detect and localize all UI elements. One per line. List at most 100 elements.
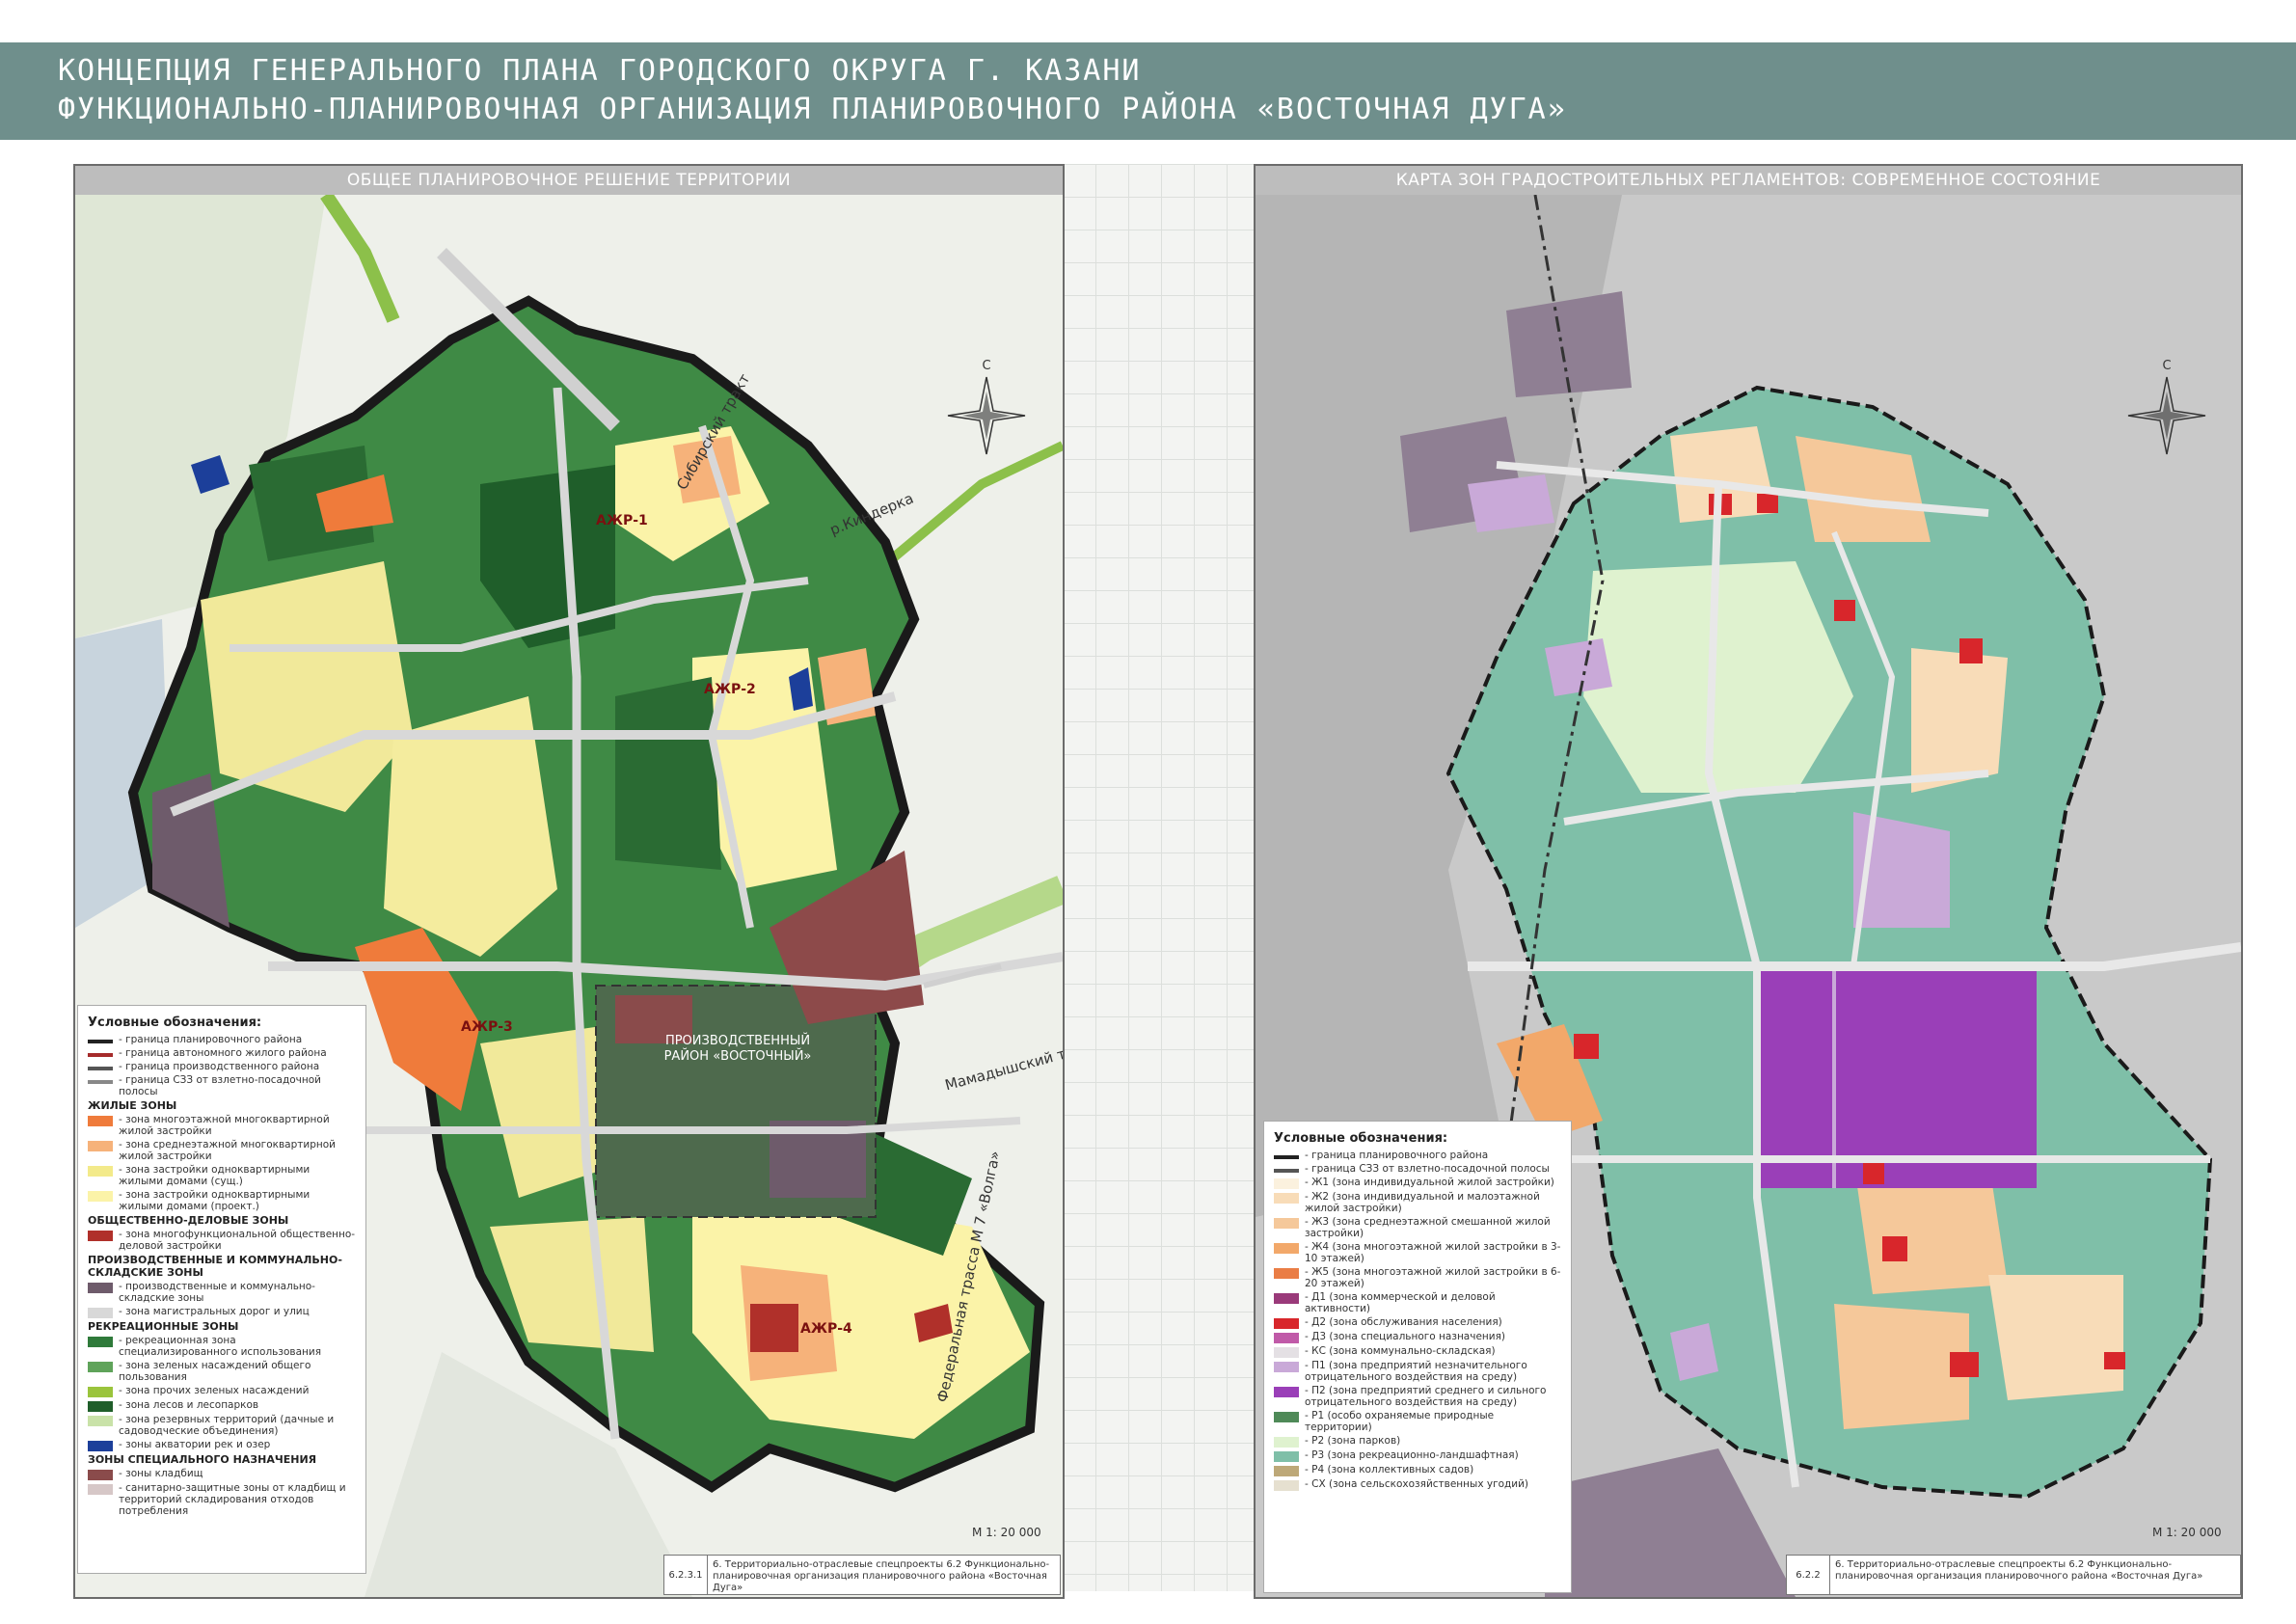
legend-color-swatch — [88, 1416, 113, 1426]
right-compass-north: С — [2162, 359, 2172, 373]
legend-row: - зона многоэтажной многоквартирной жило… — [88, 1114, 356, 1137]
legend-row-label: - зона застройки одноквартирными жилыми … — [119, 1164, 311, 1187]
legend-row: - Ж5 (зона многоэтажной жилой застройки … — [1274, 1266, 1561, 1289]
left-compass: С — [943, 359, 1030, 465]
legend-row: - зоны акватории рек и озер — [88, 1439, 356, 1451]
legend-row-label: - Д3 (зона специального назначения) — [1305, 1331, 1506, 1342]
legend-row-label: - граница планировочного района — [119, 1034, 303, 1045]
legend-row-label: - П1 (зона предприятий незначительного о… — [1305, 1360, 1527, 1383]
legend-row: - зона резервных территорий (дачные и са… — [88, 1414, 356, 1437]
legend-color-swatch — [1274, 1193, 1299, 1204]
legend-row: - Д3 (зона специального назначения) — [1274, 1331, 1561, 1343]
legend-color-swatch — [88, 1283, 113, 1293]
center-grid-divider — [1063, 164, 1256, 1591]
left-panel-title: ОБЩЕЕ ПЛАНИРОВОЧНОЕ РЕШЕНИЕ ТЕРРИТОРИИ — [75, 166, 1063, 196]
header-title: КОНЦЕПЦИЯ ГЕНЕРАЛЬНОГО ПЛАНА ГОРОДСКОГО … — [58, 54, 1142, 88]
legend-heading: ОБЩЕСТВЕННО-ДЕЛОВЫЕ ЗОНЫ — [88, 1214, 289, 1227]
legend-row-label: - зона застройки одноквартирными жилыми … — [119, 1189, 311, 1212]
legend-row: - СХ (зона сельскохозяйственных угодий) — [1274, 1478, 1561, 1491]
legend-row-label: - Ж5 (зона многоэтажной жилой застройки … — [1305, 1266, 1561, 1289]
legend-line-swatch — [88, 1053, 113, 1057]
legend-row: - Ж4 (зона многоэтажной жилой застройки … — [1274, 1241, 1561, 1264]
right-compass: С — [2123, 359, 2210, 465]
legend-color-swatch — [88, 1231, 113, 1241]
legend-row: - граница автономного жилого района — [88, 1047, 356, 1059]
legend-row: - Р1 (особо охраняемые природные террито… — [1274, 1410, 1561, 1433]
legend-color-swatch — [88, 1166, 113, 1177]
legend-row: - зона застройки одноквартирными жилыми … — [88, 1164, 356, 1187]
legend-row-label: - Р2 (зона парков) — [1305, 1435, 1401, 1447]
legend-row-label: - Ж3 (зона среднеэтажной смешанной жилой… — [1305, 1216, 1551, 1239]
legend-color-swatch — [1274, 1362, 1299, 1372]
right-legend: Условные обозначения: - граница планиров… — [1263, 1121, 1572, 1593]
legend-row-label: - Р1 (особо охраняемые природные террито… — [1305, 1410, 1495, 1433]
legend-row-label: - зона среднеэтажной многоквартирной жил… — [119, 1139, 336, 1162]
legend-row-label: - граница планировочного района — [1305, 1150, 1489, 1161]
legend-color-swatch — [1274, 1387, 1299, 1397]
legend-row: - зона многофункциональной общественно-д… — [88, 1229, 356, 1252]
legend-color-swatch — [88, 1191, 113, 1202]
left-scale: М 1: 20 000 — [972, 1526, 1041, 1539]
legend-color-swatch — [1274, 1318, 1299, 1329]
legend-row: - Ж1 (зона индивидуальной жилой застройк… — [1274, 1177, 1561, 1189]
legend-row-label: - зона лесов и лесопарков — [119, 1399, 259, 1411]
right-map-panel[interactable]: КАРТА ЗОН ГРАДОСТРОИТЕЛЬНЫХ РЕГЛАМЕНТОВ:… — [1254, 164, 2243, 1599]
compass-rose-icon — [947, 376, 1026, 455]
legend-row: - Р4 (зона коллективных садов) — [1274, 1464, 1561, 1476]
legend-row-label: - зона многофункциональной общественно-д… — [119, 1229, 356, 1252]
legend-color-swatch — [1274, 1268, 1299, 1279]
legend-row-label: - Ж2 (зона индивидуальной и малоэтажной … — [1305, 1191, 1540, 1214]
legend-row-label: - КС (зона коммунально-складская) — [1305, 1345, 1496, 1357]
legend-row-label: - зона магистральных дорог и улиц — [119, 1306, 310, 1317]
legend-row: - рекреационная зона специализированного… — [88, 1335, 356, 1358]
header-banner: КОНЦЕПЦИЯ ГЕНЕРАЛЬНОГО ПЛАНА ГОРОДСКОГО … — [0, 42, 2296, 140]
legend-row-label: - граница СЗЗ от взлетно-посадочной поло… — [119, 1074, 321, 1097]
legend-color-swatch — [88, 1401, 113, 1412]
legend-heading: ЗОНЫ СПЕЦИАЛЬНОГО НАЗНАЧЕНИЯ — [88, 1453, 317, 1466]
legend-line-swatch — [88, 1067, 113, 1070]
legend-row-label: - Ж1 (зона индивидуальной жилой застройк… — [1305, 1177, 1554, 1188]
legend-row: - граница планировочного района — [88, 1034, 356, 1045]
legend-row: - граница производственного района — [88, 1061, 356, 1072]
legend-row-label: - зона прочих зеленых насаждений — [119, 1385, 310, 1396]
legend-color-swatch — [1274, 1480, 1299, 1491]
legend-row-label: - зоны кладбищ — [119, 1468, 203, 1479]
zone-label-ajr2: АЖР-2 — [704, 682, 756, 697]
right-legend-rows: - граница планировочного района - граница… — [1274, 1150, 1561, 1491]
legend-color-swatch — [1274, 1466, 1299, 1476]
legend-color-swatch — [88, 1337, 113, 1347]
legend-color-swatch — [1274, 1437, 1299, 1448]
left-map-panel[interactable]: ОБЩЕЕ ПЛАНИРОВОЧНОЕ РЕШЕНИЕ ТЕРРИТОРИИ С… — [73, 164, 1065, 1599]
legend-row: - КС (зона коммунально-складская) — [1274, 1345, 1561, 1358]
legend-color-swatch — [88, 1441, 113, 1451]
legend-color-swatch — [1274, 1293, 1299, 1304]
legend-line-swatch — [1274, 1155, 1299, 1159]
legend-row: - граница СЗЗ от взлетно-посадочной поло… — [88, 1074, 356, 1097]
industrial-p2-zone — [1757, 966, 2037, 1188]
legend-row: - зона зеленых насаждений общего пользов… — [88, 1360, 356, 1383]
legend-color-swatch — [1274, 1218, 1299, 1229]
legend-row-label: - зоны акватории рек и озер — [119, 1439, 271, 1450]
zone-label-ajr4: АЖР-4 — [800, 1321, 852, 1337]
legend-row: - граница планировочного района — [1274, 1150, 1561, 1161]
legend-row-label: - Д1 (зона коммерческой и деловой активн… — [1305, 1291, 1496, 1314]
legend-row: - санитарно-защитные зоны от кладбищ и т… — [88, 1482, 356, 1517]
legend-row-label: - Р4 (зона коллективных садов) — [1305, 1464, 1474, 1475]
legend-color-swatch — [1274, 1243, 1299, 1254]
zone-label-ajr3: АЖР-3 — [461, 1019, 513, 1035]
legend-row: - зона прочих зеленых насаждений — [88, 1385, 356, 1397]
right-stamp-text: 6. Территориально-отраслевые спецпроекты… — [1835, 1559, 2203, 1582]
legend-color-swatch — [1274, 1347, 1299, 1358]
legend-color-swatch — [1274, 1178, 1299, 1189]
legend-color-swatch — [88, 1484, 113, 1495]
legend-color-swatch — [88, 1362, 113, 1372]
legend-row: - Р2 (зона парков) — [1274, 1435, 1561, 1448]
legend-row-label: - Р3 (зона рекреационно-ландшафтная) — [1305, 1449, 1519, 1461]
right-panel-title: КАРТА ЗОН ГРАДОСТРОИТЕЛЬНЫХ РЕГЛАМЕНТОВ:… — [1256, 166, 2241, 196]
left-stamp-number: 6.2.3.1 — [664, 1556, 708, 1594]
legend-row: - П1 (зона предприятий незначительного о… — [1274, 1360, 1561, 1383]
legend-color-swatch — [88, 1308, 113, 1318]
left-legend-title: Условные обозначения: — [88, 1015, 262, 1030]
legend-row: - зона застройки одноквартирными жилыми … — [88, 1189, 356, 1212]
legend-row-label: - санитарно-защитные зоны от кладбищ и т… — [119, 1482, 346, 1517]
